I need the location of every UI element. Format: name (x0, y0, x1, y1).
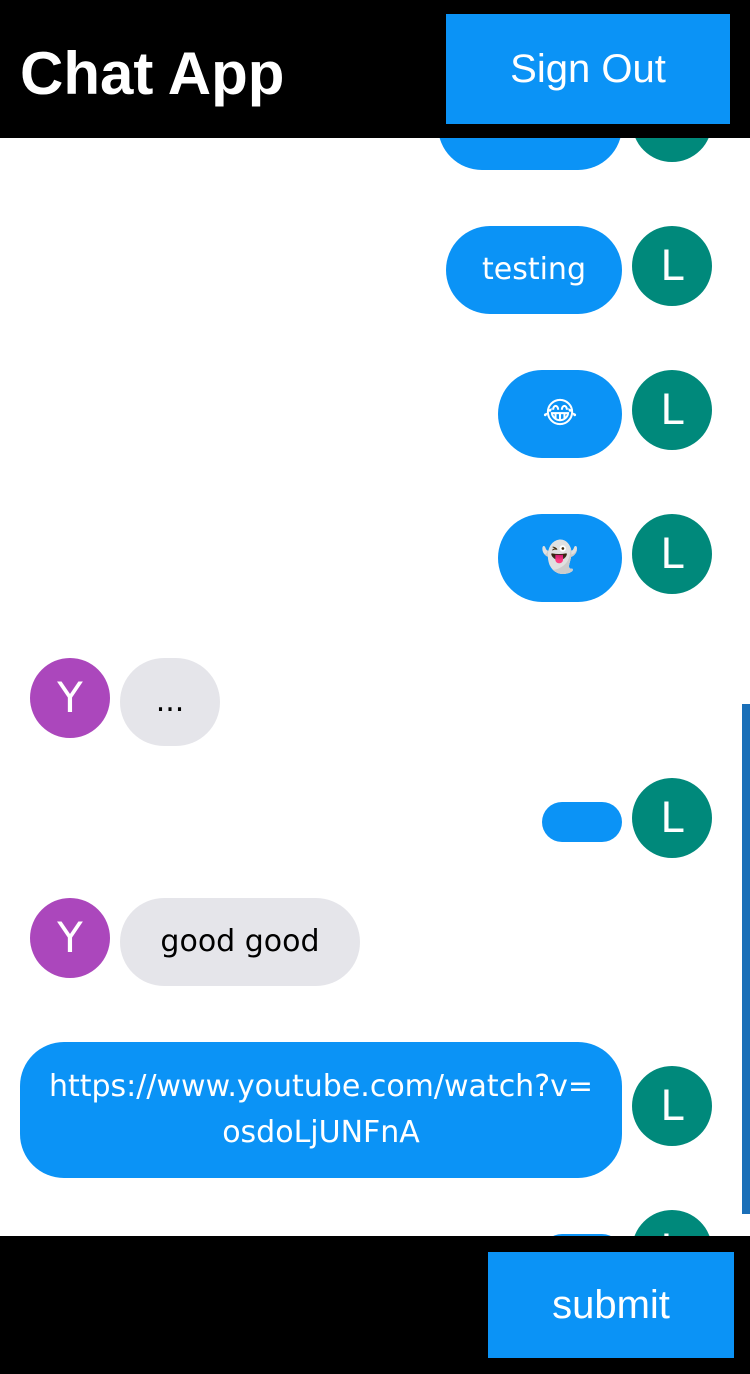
message-input[interactable] (0, 1252, 480, 1358)
app-title: Chat App (20, 40, 285, 107)
user-avatar: L (632, 778, 712, 858)
message-link-line[interactable]: https://www.youtube.com/watch?v= (20, 1064, 622, 1110)
message-row: testing L (0, 226, 750, 314)
user-avatar: Y (30, 898, 110, 978)
message-bubble-received: ... (120, 658, 220, 746)
message-row: 😂 L (0, 370, 750, 458)
message-composer: submit (0, 1236, 750, 1374)
user-avatar: L (632, 1210, 712, 1236)
message-bubble-sent (542, 802, 622, 842)
submit-button[interactable]: submit (488, 1252, 734, 1358)
user-avatar: L (632, 1066, 712, 1146)
scrollbar-thumb[interactable] (742, 704, 750, 1214)
message-row: L (0, 778, 750, 866)
message-row: Y ... (0, 658, 750, 746)
chat-app: L testing L 😂 L 👻 L Y ... L Y (0, 0, 750, 1374)
message-row: Y good good (0, 898, 750, 986)
user-avatar: L (632, 226, 712, 306)
message-bubble-received: good good (120, 898, 360, 986)
message-link-line[interactable]: osdoLjUNFnA (20, 1110, 622, 1156)
message-row: https://www.youtube.com/watch?v= osdoLjU… (0, 1042, 750, 1178)
message-bubble-sent: 😂 (498, 370, 622, 458)
user-avatar: L (632, 514, 712, 594)
message-bubble-sent: testing (446, 226, 622, 314)
message-row: L (0, 1210, 750, 1236)
sign-out-button[interactable]: Sign Out (446, 14, 730, 124)
message-row: 👻 L (0, 514, 750, 602)
message-list[interactable]: L testing L 😂 L 👻 L Y ... L Y (0, 0, 750, 1236)
message-bubble-sent: 👻 (498, 514, 622, 602)
app-header: Chat App Sign Out (0, 0, 750, 138)
message-bubble-sent[interactable]: https://www.youtube.com/watch?v= osdoLjU… (20, 1042, 622, 1178)
user-avatar: L (632, 370, 712, 450)
user-avatar: Y (30, 658, 110, 738)
